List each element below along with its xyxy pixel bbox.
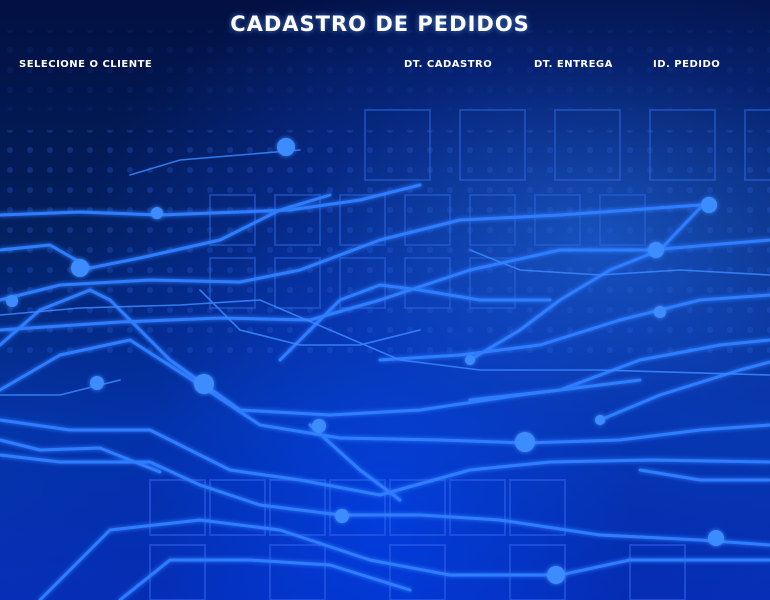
registration-date-label: Dt. Cadastro [404,59,493,70]
page-title: Cadastro de Pedidos [230,12,530,36]
delivery-date-label: Dt. Entrega [534,59,613,70]
circuit-board-background [0,30,770,600]
order-id-label: Id. Pedido [653,59,721,70]
client-select-label: Selecione o Cliente [19,59,153,70]
order-registration-screen: Cadastro de Pedidos Selecione o Cliente … [0,0,770,600]
